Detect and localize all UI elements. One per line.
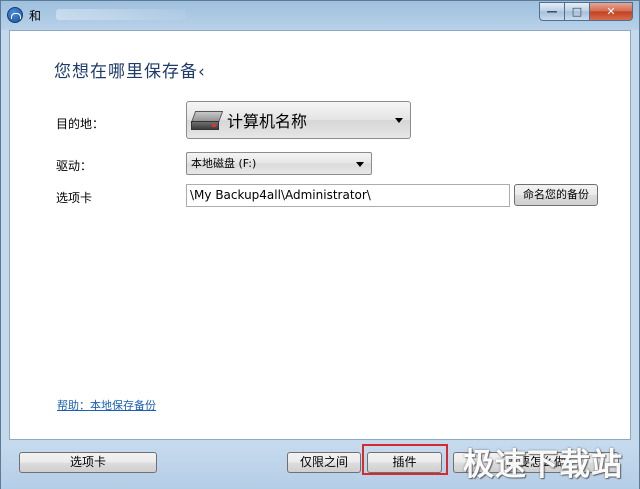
minimize-button[interactable]: — xyxy=(539,2,565,21)
tab-button[interactable]: 选项卡 xyxy=(19,452,157,473)
maximize-button[interactable]: □ xyxy=(565,2,590,21)
hard-drive-icon xyxy=(190,109,224,131)
drive-label: 驱动： xyxy=(56,159,93,173)
destination-value: 计算机名称 xyxy=(227,112,308,131)
backup-wizard-window: 和 — □ ✕ 您想在哪里保存备‹ 目的地： 计算机名称 驱动： 本地磁盘 (F… xyxy=(0,0,640,489)
highlight-box xyxy=(362,444,448,475)
drive-value: 本地磁盘 (F:) xyxy=(191,157,257,170)
title-blurred-text xyxy=(56,9,186,20)
chevron-down-icon xyxy=(395,118,403,123)
drive-dropdown[interactable]: 本地磁盘 (F:) xyxy=(186,152,372,175)
name-backup-button[interactable]: 命名您的备份 xyxy=(514,184,598,206)
window-controls: — □ ✕ xyxy=(539,2,633,21)
tab-label: 选项卡 xyxy=(56,191,93,205)
close-button[interactable]: ✕ xyxy=(590,2,633,21)
content-panel: 您想在哪里保存备‹ 目的地： 计算机名称 驱动： 本地磁盘 (F:) 选项卡 \… xyxy=(9,30,631,440)
destination-label: 目的地： xyxy=(56,117,105,131)
page-title: 您想在哪里保存备‹ xyxy=(54,62,206,82)
backup-path-input[interactable]: \My Backup4all\Administrator\ xyxy=(186,184,510,207)
watermark-text: 极速下载站 xyxy=(463,447,623,483)
destination-dropdown[interactable]: 计算机名称 xyxy=(186,101,411,139)
help-link[interactable]: 帮助：本地保存备份 xyxy=(57,397,156,413)
previous-button[interactable]: 仅限之间 xyxy=(287,452,361,473)
app-logo-icon xyxy=(7,7,23,23)
title-bar[interactable]: 和 — □ ✕ xyxy=(1,1,639,29)
chevron-down-icon xyxy=(356,161,364,167)
window-title: 和 xyxy=(29,9,42,23)
